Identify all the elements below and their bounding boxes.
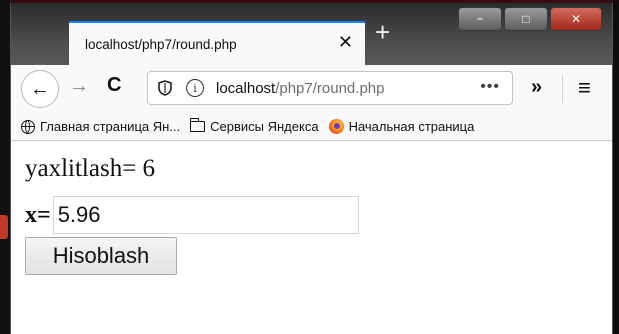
back-arrow-icon: ← (30, 77, 50, 100)
shield-icon[interactable] (158, 80, 172, 96)
folder-icon (190, 118, 206, 132)
globe-icon (21, 119, 35, 134)
result-text: yaxlitlash= 6 (25, 155, 156, 182)
minimize-button[interactable]: − (458, 7, 502, 31)
back-button[interactable]: ← (21, 70, 59, 108)
info-icon[interactable]: i (186, 79, 204, 97)
bookmark-label: Начальная страница (348, 119, 475, 134)
page-actions-icon[interactable]: ••• (480, 78, 500, 96)
url-text[interactable]: localhost/php7/round.php (216, 80, 384, 97)
tab-strip: localhost/php7/round.php ✕ + − □ ✕ (11, 3, 612, 65)
browser-window: localhost/php7/round.php ✕ + − □ ✕ ← → C… (10, 3, 613, 334)
firefox-icon (328, 119, 344, 134)
bookmark-start-page[interactable]: Начальная страница (328, 119, 475, 134)
background-red-mark (0, 215, 8, 239)
bookmark-label: Сервисы Яндекса (210, 119, 319, 134)
hamburger-menu-icon[interactable]: ≡ (578, 75, 591, 101)
left-window-edge (0, 0, 10, 334)
bookmarks-toolbar: Главная страница Ян... Сервисы Яндекса Н… (11, 113, 612, 141)
url-bar[interactable]: i localhost/php7/round.php ••• (147, 71, 513, 105)
right-window-edge (613, 0, 619, 334)
navigation-toolbar: ← → C i localhost/php7/round.php ••• » ≡ (11, 65, 612, 113)
overflow-menu-icon[interactable]: » (531, 76, 542, 99)
maximize-button[interactable]: □ (504, 7, 548, 31)
close-window-button[interactable]: ✕ (550, 7, 602, 31)
page-content: yaxlitlash= 6 x= Hisoblash (11, 141, 612, 334)
x-input-row: x= (25, 196, 359, 234)
active-tab[interactable]: localhost/php7/round.php ✕ (69, 21, 365, 65)
hisoblash-button[interactable]: Hisoblash (25, 237, 177, 275)
x-label: x= (25, 201, 51, 228)
toolbar-separator (562, 75, 563, 103)
x-value-input[interactable] (52, 196, 359, 234)
tab-close-icon[interactable]: ✕ (338, 32, 353, 53)
tab-title: localhost/php7/round.php (85, 36, 237, 52)
bookmark-label: Главная страница Ян... (40, 119, 181, 134)
url-path: /php7/round.php (275, 79, 385, 97)
url-host: localhost (216, 79, 276, 97)
bookmark-yandex-services[interactable]: Сервисы Яндекса (190, 118, 319, 134)
bookmark-yandex-home[interactable]: Главная страница Ян... (21, 119, 180, 134)
forward-button[interactable]: → (69, 75, 89, 98)
window-controls: − □ ✕ (458, 7, 602, 31)
new-tab-icon[interactable]: + (375, 17, 390, 48)
reload-button[interactable]: C (107, 74, 121, 97)
